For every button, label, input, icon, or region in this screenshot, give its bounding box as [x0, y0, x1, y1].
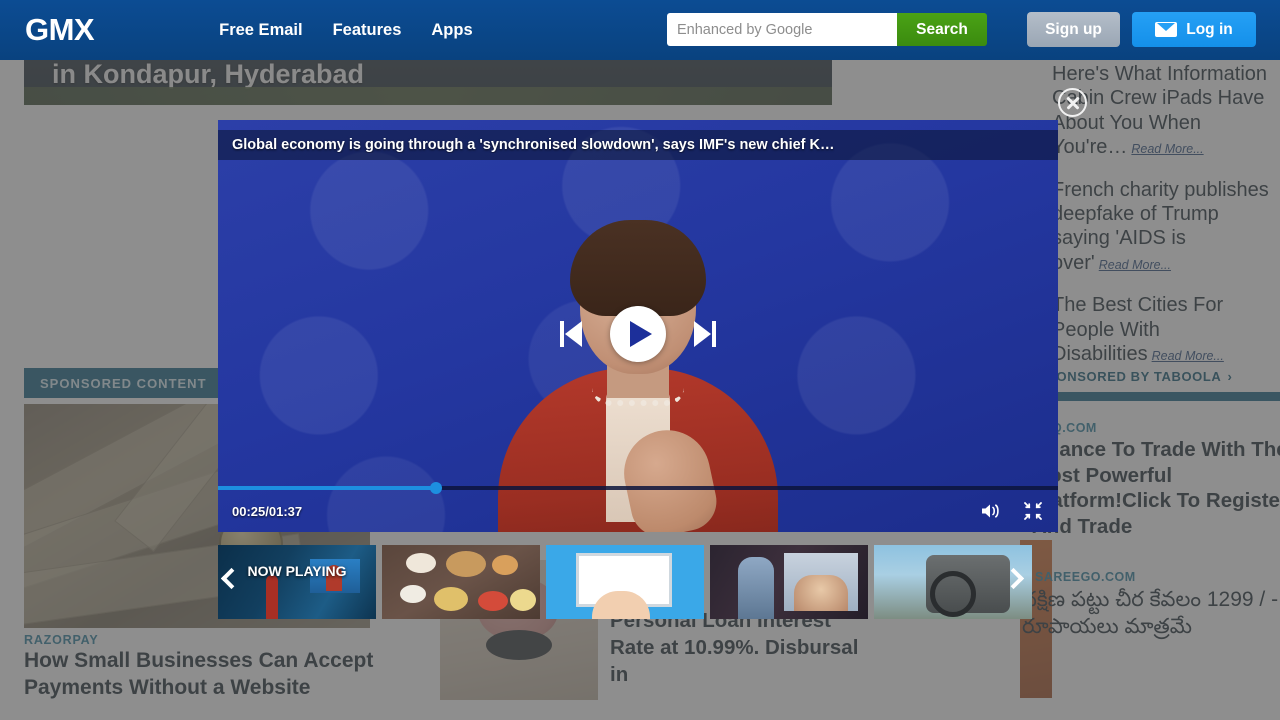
playlist-next-arrow[interactable] — [1002, 567, 1030, 597]
envelope-icon — [1155, 22, 1178, 37]
search-input[interactable] — [667, 13, 897, 46]
main-nav: Free Email Features Apps — [219, 21, 473, 40]
playlist-thumbnail-food[interactable] — [382, 545, 540, 619]
playlist-thumbnail-reporter[interactable] — [710, 545, 868, 619]
screen: in Kondapur, Hyderabad SPONSORED CONTENT… — [0, 0, 1280, 720]
search-button[interactable]: Search — [897, 13, 987, 46]
previous-track-icon[interactable] — [560, 321, 582, 347]
search-bar: Search — [667, 13, 987, 46]
next-track-icon[interactable] — [694, 321, 716, 347]
close-icon[interactable] — [1058, 88, 1087, 117]
video-title: Global economy is going through a 'synch… — [232, 137, 835, 153]
site-header: GMX Free Email Features Apps Search Sign… — [0, 0, 1280, 60]
nav-item-features[interactable]: Features — [333, 21, 402, 40]
playlist-thumbnail-wheelchair[interactable] — [874, 545, 1032, 619]
nav-item-free-email[interactable]: Free Email — [219, 21, 302, 40]
video-time-display: 00:25/01:37 — [232, 503, 303, 519]
playlist-thumbnail-tablet[interactable] — [546, 545, 704, 619]
sign-up-button[interactable]: Sign up — [1027, 12, 1120, 47]
video-right-controls — [980, 502, 1042, 520]
video-playlist-strip: NOW PLAYING — [218, 543, 1058, 621]
playlist-thumbnail-now-playing[interactable]: NOW PLAYING — [218, 545, 376, 619]
gmx-logo[interactable]: GMX — [25, 12, 95, 48]
video-title-bar: Global economy is going through a 'synch… — [218, 130, 1058, 160]
play-icon[interactable] — [610, 306, 666, 362]
video-control-bar: 00:25/01:37 — [218, 490, 1058, 532]
log-in-button[interactable]: Log in — [1132, 12, 1256, 47]
nav-item-apps[interactable]: Apps — [431, 21, 472, 40]
video-transport-controls — [218, 306, 1058, 362]
playlist-prev-arrow[interactable] — [220, 567, 246, 597]
log-in-label: Log in — [1186, 20, 1233, 38]
video-player[interactable]: Global economy is going through a 'synch… — [218, 120, 1058, 532]
collapse-icon[interactable] — [1024, 502, 1042, 520]
volume-icon[interactable] — [980, 502, 1002, 520]
